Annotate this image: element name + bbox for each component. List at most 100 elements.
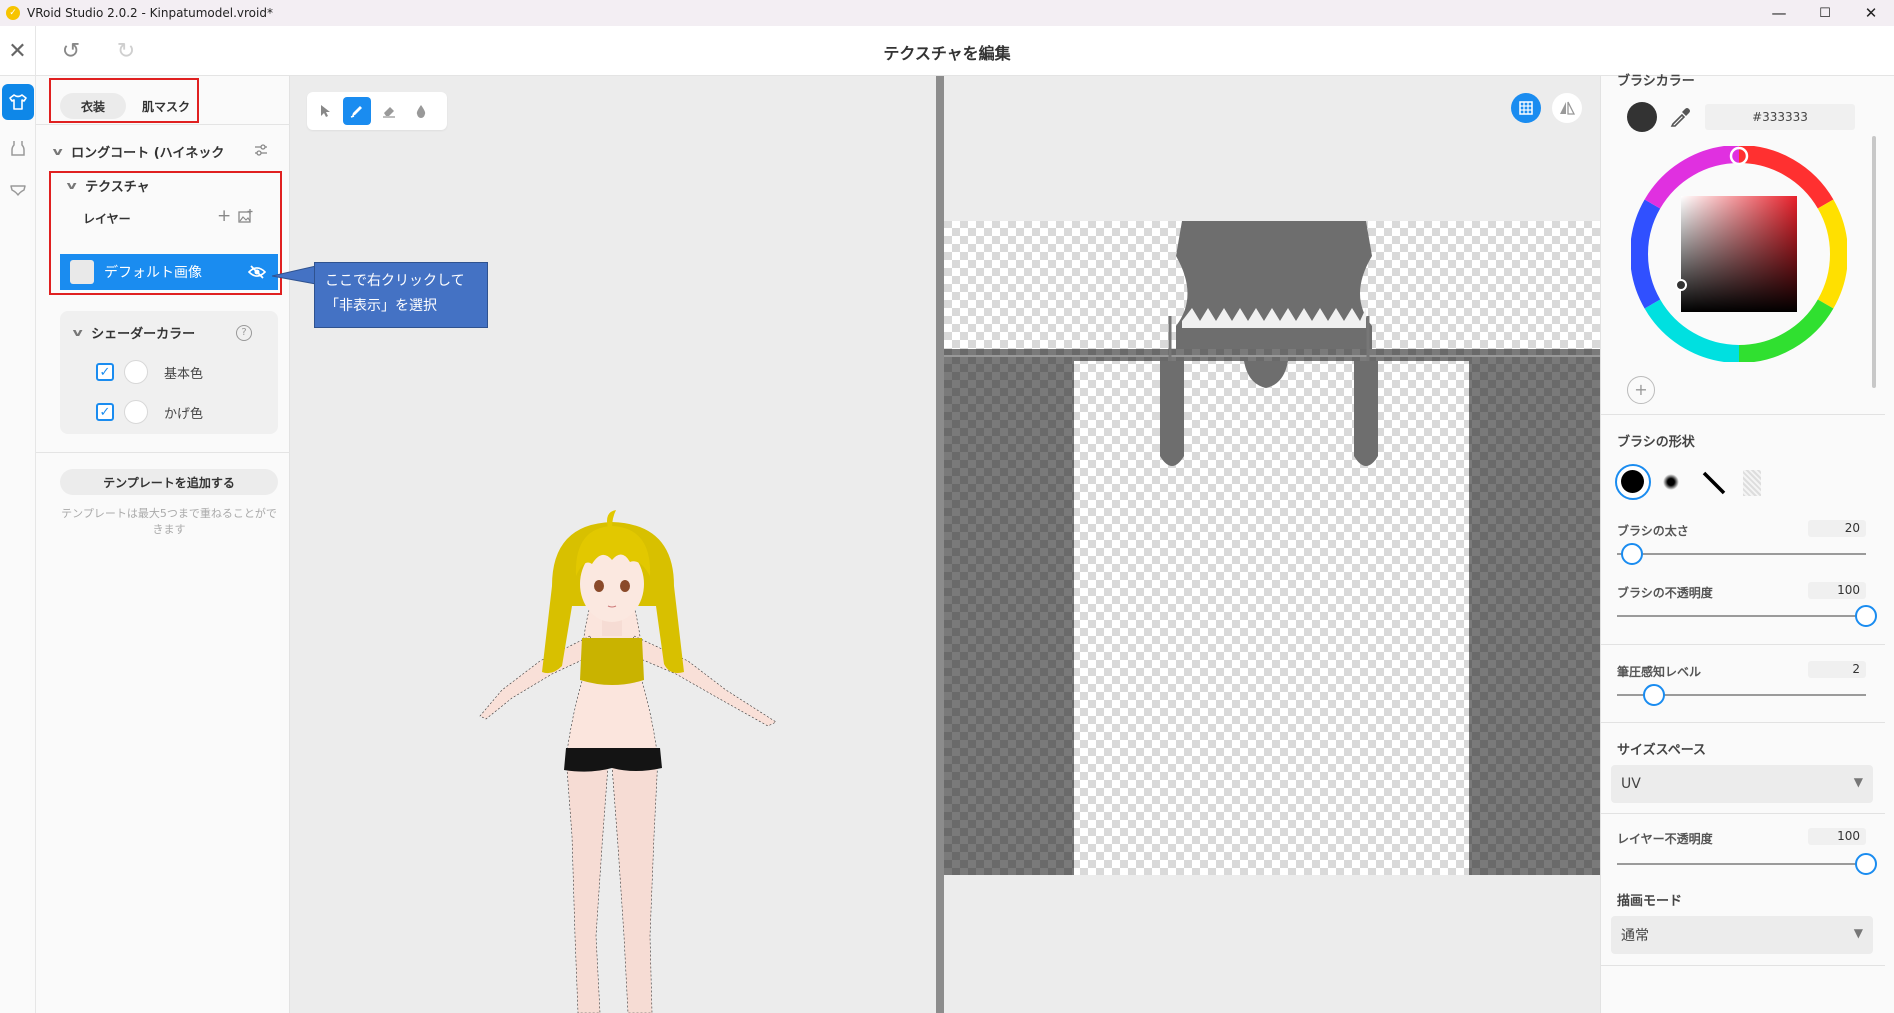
eye-off-icon[interactable] [247, 264, 267, 284]
layer-opacity-slider[interactable] [1855, 853, 1877, 875]
minimize-button[interactable]: — [1756, 0, 1802, 26]
cursor-icon[interactable] [311, 97, 339, 125]
tool-palette [307, 92, 447, 130]
divider [1601, 965, 1885, 966]
window-close-button[interactable]: ✕ [1848, 0, 1894, 26]
texture-canvas-area[interactable] [944, 76, 1600, 1013]
base-color-label: 基本色 [164, 367, 204, 382]
brush-opacity-value[interactable]: 100 [1808, 582, 1866, 599]
brush-opacity-track[interactable] [1617, 615, 1866, 617]
shirt-icon[interactable] [2, 84, 34, 120]
brush-size-track[interactable] [1617, 553, 1866, 555]
layer-opacity-label: レイヤー不透明度 [1617, 832, 1713, 846]
size-space-select[interactable]: UV ▼ [1611, 765, 1873, 803]
add-color-button[interactable]: + [1627, 376, 1655, 404]
eraser-icon[interactable] [375, 97, 403, 125]
layer-opacity-value[interactable]: 100 [1808, 828, 1866, 845]
layer-thumbnail [70, 260, 94, 284]
grid-icon[interactable] [1511, 93, 1541, 123]
callout-line-1: ここで右クリックして [325, 273, 465, 289]
color-wheel[interactable] [1631, 146, 1847, 362]
shade-color-swatch[interactable] [124, 400, 148, 424]
shader-color-panel: v シェーダーカラー ? ✓ 基本色 ✓ かげ色 [60, 311, 278, 434]
window-titlebar: ✓ VRoid Studio 2.0.2 - Kinpatumodel.vroi… [0, 0, 1894, 26]
template-note: テンプレートは最大5つまで重ねることができます [61, 507, 277, 536]
3d-viewport[interactable] [290, 76, 936, 1013]
help-icon[interactable]: ? [236, 325, 252, 341]
image-add-icon[interactable] [238, 209, 253, 227]
item-header[interactable]: v ロングコート (ハイネック [53, 142, 225, 161]
base-color-checkbox[interactable]: ✓ [96, 363, 114, 381]
layer-item-default-image[interactable]: デフォルト画像 [60, 254, 278, 290]
pressure-label: 筆圧感知レベル [1617, 665, 1702, 679]
divider [1601, 414, 1885, 415]
texture-uv-canvas[interactable] [944, 76, 1600, 1013]
brush-color-label: ブラシカラー [1617, 74, 1695, 89]
add-layer-button[interactable]: + [217, 206, 231, 226]
page-title: テクスチャを編集 [883, 44, 1011, 63]
brush-color-hex-field[interactable]: #333333 [1705, 104, 1855, 130]
shader-section-title: シェーダーカラー [91, 327, 196, 342]
brush-shape-label: ブラシの形状 [1617, 435, 1695, 450]
divider [1601, 644, 1885, 645]
brush-size-label: ブラシの太さ [1617, 524, 1689, 538]
tab-skin-mask[interactable]: 肌マスク [126, 93, 206, 119]
right-panel: ブラシカラー #333333 + ブラシの形状 ブラシの太さ 20 ブラシの不透… [1600, 74, 1894, 1013]
brush-color-swatch[interactable] [1627, 102, 1657, 132]
settings-sliders-icon[interactable] [253, 142, 269, 162]
shade-color-label: かげ色 [164, 407, 204, 422]
brush-size-slider[interactable] [1620, 543, 1643, 565]
eyedropper-icon[interactable] [1667, 104, 1693, 130]
avatar-model [479, 510, 777, 1013]
divider [36, 452, 290, 453]
redo-button[interactable]: ↻ [111, 36, 141, 66]
base-color-swatch[interactable] [124, 360, 148, 384]
chevron-down-icon: v [66, 179, 77, 192]
draw-mode-value: 通常 [1621, 928, 1649, 944]
chevron-down-icon: ▼ [1853, 775, 1863, 789]
brush-icon[interactable] [343, 97, 371, 125]
draw-mode-label: 描画モード [1617, 894, 1683, 909]
maximize-button[interactable]: ☐ [1802, 0, 1848, 26]
annotation-callout: ここで右クリックして 「非表示」を選択 [314, 262, 488, 328]
mirror-icon[interactable] [1552, 93, 1582, 123]
undo-button[interactable]: ↺ [56, 36, 86, 66]
fill-icon[interactable] [407, 97, 435, 125]
chevron-down-icon: v [72, 326, 83, 339]
texture-section-header[interactable]: v テクスチャ [66, 176, 150, 195]
app-logo-icon: ✓ [6, 6, 20, 20]
brush-shape-soft-round[interactable] [1663, 474, 1679, 490]
brush-opacity-label: ブラシの不透明度 [1617, 586, 1713, 600]
layer-label: レイヤー [83, 212, 131, 226]
divider [36, 124, 290, 125]
draw-mode-select[interactable]: 通常 ▼ [1611, 916, 1873, 954]
window-title: VRoid Studio 2.0.2 - Kinpatumodel.vroid* [27, 6, 273, 20]
divider [1601, 813, 1885, 814]
right-panel-scrollbar[interactable] [1872, 136, 1876, 388]
add-template-button[interactable]: テンプレートを追加する [60, 469, 278, 495]
close-editor-button[interactable]: ✕ [0, 26, 36, 76]
shader-section-header[interactable]: v シェーダーカラー [72, 323, 196, 342]
tab-outfit[interactable]: 衣装 [60, 93, 126, 119]
brush-opacity-slider[interactable] [1855, 605, 1877, 627]
layer-opacity-track[interactable] [1617, 863, 1866, 865]
top-icon[interactable] [2, 130, 34, 166]
layer-name: デフォルト画像 [104, 265, 202, 281]
brush-shape-line[interactable] [1701, 470, 1727, 500]
tab-bar: 衣装 肌マスク [50, 86, 276, 122]
left-panel: 衣装 肌マスク v ロングコート (ハイネック v テクスチャ レイヤー + デ… [36, 76, 290, 1013]
brush-shape-hard-round[interactable] [1615, 464, 1651, 500]
pressure-value[interactable]: 2 [1808, 661, 1866, 678]
underwear-icon[interactable] [2, 172, 34, 208]
brush-size-value[interactable]: 20 [1808, 520, 1866, 537]
shade-color-checkbox[interactable]: ✓ [96, 403, 114, 421]
view-splitter[interactable] [936, 76, 944, 1013]
category-rail [0, 76, 36, 1013]
size-space-label: サイズスペース [1617, 743, 1707, 758]
chevron-down-icon: ▼ [1853, 926, 1863, 940]
callout-line-2: 「非表示」を選択 [325, 298, 437, 314]
app-header: ✕ ↺ ↻ テクスチャを編集 [0, 26, 1894, 76]
texture-section-title: テクスチャ [85, 180, 150, 195]
pressure-slider[interactable] [1643, 684, 1666, 706]
brush-shape-texture[interactable] [1743, 470, 1761, 496]
